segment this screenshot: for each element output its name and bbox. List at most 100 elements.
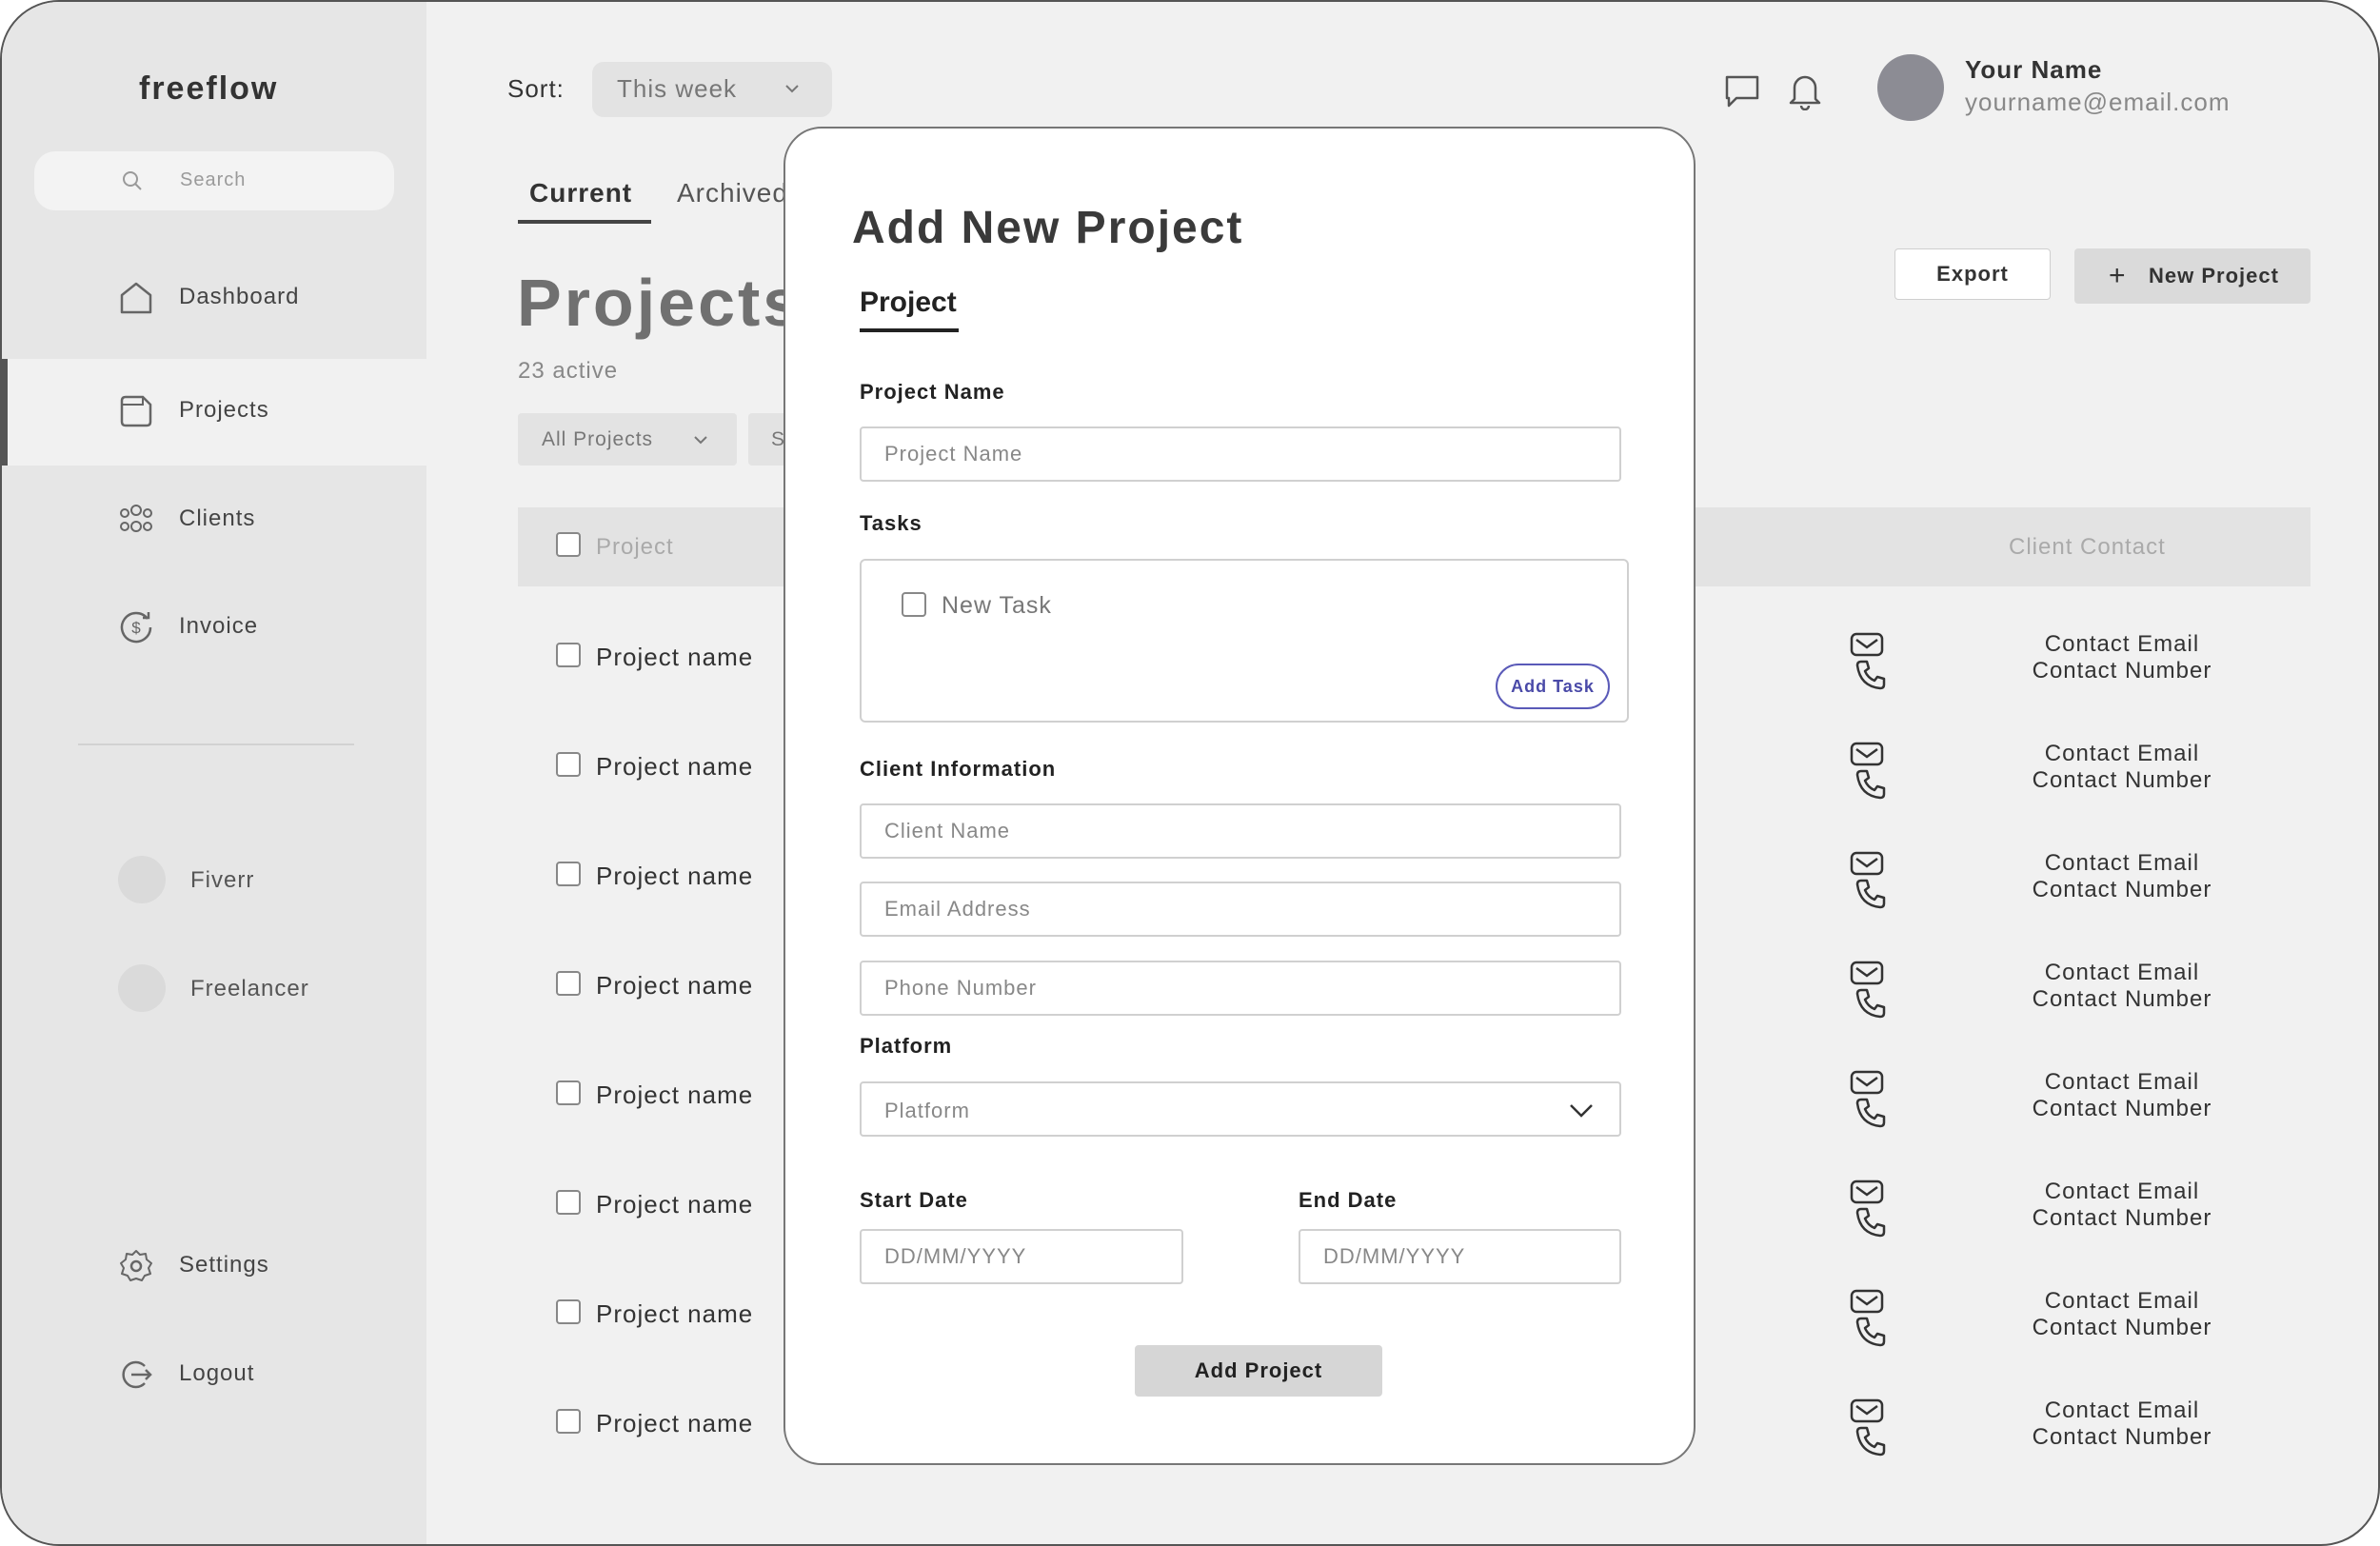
chat-icon[interactable]: [1723, 73, 1761, 114]
project-name[interactable]: Project name: [596, 1190, 753, 1219]
gear-icon: [118, 1248, 154, 1284]
app-logo: freeflow: [139, 70, 279, 107]
sort-value: This week: [617, 74, 738, 103]
select-all-checkbox[interactable]: [556, 532, 581, 557]
modal-title: Add New Project: [852, 203, 1244, 253]
project-name[interactable]: Project name: [596, 752, 753, 782]
filter-all-projects[interactable]: All Projects: [518, 413, 737, 466]
row-checkbox[interactable]: [556, 1080, 581, 1105]
phone-icon[interactable]: [1854, 987, 1887, 1024]
sidebar-item-projects[interactable]: Projects: [2, 359, 426, 466]
sidebar-item-label: Settings: [179, 1252, 269, 1278]
column-header-client-contact: Client Contact: [2009, 534, 2166, 560]
start-date-label: Start Date: [860, 1188, 968, 1212]
tab-project[interactable]: Project: [860, 287, 957, 319]
row-checkbox[interactable]: [556, 1409, 581, 1434]
chevron-down-icon: [691, 430, 710, 454]
sidebar-item-freelancer[interactable]: Freelancer: [118, 964, 404, 1014]
column-header-project: Project: [596, 534, 674, 560]
platform-avatar: [118, 964, 166, 1012]
svg-text:$: $: [131, 619, 141, 637]
bell-icon[interactable]: [1787, 70, 1823, 115]
end-date-label: End Date: [1299, 1188, 1398, 1212]
sidebar-item-settings[interactable]: Settings: [2, 1214, 426, 1320]
folder-icon: [118, 393, 154, 429]
phone-icon[interactable]: [1854, 878, 1887, 915]
row-checkbox[interactable]: [556, 971, 581, 996]
client-name-input[interactable]: [860, 803, 1621, 859]
start-date-input[interactable]: [860, 1229, 1183, 1284]
contact-email: Contact Email: [2044, 631, 2200, 657]
phone-icon[interactable]: [1854, 1097, 1887, 1134]
row-checkbox[interactable]: [556, 1299, 581, 1324]
platform-avatar: [118, 856, 166, 903]
client-info-label: Client Information: [860, 757, 1057, 781]
tab-current[interactable]: Current: [529, 178, 632, 208]
sidebar-item-dashboard[interactable]: Dashboard: [2, 246, 426, 352]
end-date-input[interactable]: [1299, 1229, 1621, 1284]
sidebar-item-label: Invoice: [179, 613, 259, 639]
contact-email: Contact Email: [2044, 1288, 2200, 1314]
active-count: 23 active: [518, 358, 619, 384]
user-email: yourname@email.com: [1965, 88, 2231, 116]
new-task-text[interactable]: New Task: [942, 592, 1052, 620]
project-name[interactable]: Project name: [596, 643, 753, 672]
task-checkbox[interactable]: [902, 592, 926, 617]
search-icon: [122, 170, 143, 196]
sidebar-item-clients[interactable]: Clients: [2, 467, 426, 574]
search-placeholder: Search: [180, 169, 247, 190]
sort-label: Sort:: [507, 74, 565, 103]
sort-dropdown[interactable]: This week: [592, 62, 832, 117]
project-name[interactable]: Project name: [596, 1080, 753, 1110]
sidebar-item-logout[interactable]: Logout: [2, 1322, 426, 1429]
search-box[interactable]: Search: [34, 151, 394, 210]
sidebar-item-label: Dashboard: [179, 284, 300, 309]
platform-value: Platform: [884, 1099, 970, 1122]
sidebar-item-invoice[interactable]: $ Invoice: [2, 575, 426, 682]
export-button[interactable]: Export: [1894, 248, 2051, 300]
chevron-down-icon: [1568, 1100, 1595, 1125]
platform-label: Platform: [860, 1034, 953, 1058]
project-name[interactable]: Project name: [596, 1299, 753, 1329]
home-icon: [118, 280, 154, 316]
tab-archived[interactable]: Archived: [677, 178, 788, 208]
row-checkbox[interactable]: [556, 643, 581, 667]
project-name[interactable]: Project name: [596, 862, 753, 891]
add-project-modal: Add New Project Project Project Name Tas…: [783, 127, 1696, 1465]
sidebar-item-label: Logout: [179, 1360, 255, 1386]
sidebar: freeflow Search Dashboard Projects Clien…: [2, 2, 426, 1544]
row-checkbox[interactable]: [556, 862, 581, 886]
contact-number: Contact Number: [2032, 986, 2212, 1012]
row-checkbox[interactable]: [556, 752, 581, 777]
phone-icon[interactable]: [1854, 768, 1887, 805]
project-name-label: Project Name: [860, 380, 1005, 404]
contact-number: Contact Number: [2032, 1205, 2212, 1231]
sidebar-item-label: Projects: [179, 397, 269, 423]
logout-icon: [118, 1357, 154, 1393]
chevron-down-icon: [783, 79, 802, 103]
filter-value: All Projects: [542, 428, 654, 450]
phone-input[interactable]: [860, 961, 1621, 1016]
phone-icon[interactable]: [1854, 1206, 1887, 1243]
phone-icon[interactable]: [1854, 1425, 1887, 1462]
contact-email: Contact Email: [2044, 960, 2200, 985]
contact-number: Contact Number: [2032, 658, 2212, 684]
phone-icon[interactable]: [1854, 1316, 1887, 1353]
project-name[interactable]: Project name: [596, 1409, 753, 1438]
new-project-button[interactable]: + New Project: [2074, 248, 2311, 304]
contact-email: Contact Email: [2044, 741, 2200, 766]
page-title: Projects: [517, 266, 803, 340]
email-input[interactable]: [860, 882, 1621, 937]
tab-active-indicator: [518, 220, 651, 224]
sidebar-item-fiverr[interactable]: Fiverr: [118, 856, 404, 905]
add-project-button[interactable]: Add Project: [1135, 1345, 1382, 1397]
phone-icon[interactable]: [1854, 659, 1887, 696]
add-task-button[interactable]: Add Task: [1496, 664, 1610, 709]
platform-select[interactable]: Platform: [860, 1081, 1621, 1137]
project-name-input[interactable]: [860, 426, 1621, 482]
new-project-label: New Project: [2149, 264, 2279, 287]
tasks-label: Tasks: [860, 511, 922, 535]
row-checkbox[interactable]: [556, 1190, 581, 1215]
project-name[interactable]: Project name: [596, 971, 753, 1001]
user-avatar[interactable]: [1877, 54, 1944, 121]
